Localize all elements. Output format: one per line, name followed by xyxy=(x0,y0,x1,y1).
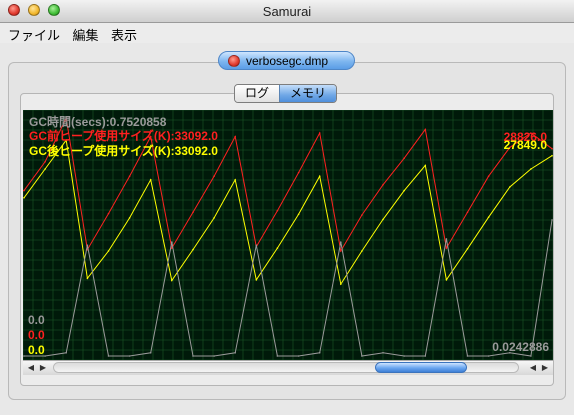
window-title: Samurai xyxy=(262,4,312,19)
heap-after-line-point xyxy=(107,250,110,252)
gc-time-line-point xyxy=(192,355,194,357)
heap-before-line-point xyxy=(318,132,321,134)
heap-before-line-point xyxy=(297,171,300,174)
gc-time-line-point xyxy=(23,355,25,357)
gc-time-line-point xyxy=(318,352,321,354)
heap-after-line-point xyxy=(445,279,448,281)
gc-time-min-label: 0.0 xyxy=(28,313,45,327)
gc-time-line-point xyxy=(149,352,152,354)
heap-before-line-point xyxy=(424,128,427,131)
heap-after-line-point xyxy=(530,168,532,170)
heap-after-line-point xyxy=(23,197,25,199)
title-bar: Samurai xyxy=(0,0,574,23)
gc-time-line-point xyxy=(65,352,67,354)
gc-time-line-point xyxy=(128,355,131,357)
heap-before-line-point xyxy=(192,211,194,213)
heap-after-line-point xyxy=(234,179,236,181)
gc-time-line-point xyxy=(487,355,490,357)
document-tab-label: verbosegc.dmp xyxy=(246,53,329,68)
gc-time-line-point xyxy=(171,241,173,243)
document-tab[interactable]: verbosegc.dmp xyxy=(218,51,355,70)
gc-time-line-point xyxy=(213,355,215,357)
heap-after-line-point xyxy=(128,217,131,219)
heap-before-line-point xyxy=(487,175,490,177)
heap-before-line-point xyxy=(107,212,110,215)
heap-after-line-point xyxy=(487,216,490,218)
heap-after-line-point xyxy=(361,250,363,252)
heap-before-line-point xyxy=(551,147,553,150)
heap-after-line-point xyxy=(403,189,406,192)
heap-after-line-point xyxy=(340,283,342,285)
scroll-left-arrow-icon-2[interactable]: ◀ xyxy=(527,361,539,375)
current-gc-time-value: 0.0242886 xyxy=(492,340,549,354)
heap-before-min-label: 0.0 xyxy=(28,328,45,342)
gc-time-line-point xyxy=(276,355,279,357)
memory-chart: GC時間(secs):0.7520858 GC前ヒープ使用サイズ(K):3309… xyxy=(23,110,553,360)
gc-time-line-point xyxy=(340,241,342,243)
heap-after-line-point xyxy=(382,218,384,221)
menu-file[interactable]: ファイル xyxy=(4,24,64,45)
menu-view[interactable]: 表示 xyxy=(107,24,141,45)
heap-before-line-point xyxy=(234,135,236,138)
heap-before-line-point xyxy=(276,209,279,212)
heap-before-line-point xyxy=(128,175,131,177)
heap-after-line-point xyxy=(297,213,300,216)
gc-time-line-point xyxy=(382,352,384,354)
gc-time-line-point xyxy=(86,244,89,246)
heap-after-line-point xyxy=(192,248,194,251)
gc-time-line-point xyxy=(466,355,469,357)
heap-after-line-point xyxy=(276,247,279,249)
heap-before-line-point xyxy=(23,189,25,192)
heap-after-line-point xyxy=(213,217,215,219)
heap-before-line-point xyxy=(213,175,215,177)
heap-after-line-point xyxy=(44,168,46,170)
heap-before-line-point xyxy=(44,161,46,163)
scroll-left-arrow-icon[interactable]: ◀ xyxy=(25,361,37,375)
gc-time-line-point xyxy=(403,355,406,357)
tab-memory[interactable]: メモリ xyxy=(279,85,337,102)
gc-time-line-point xyxy=(361,355,363,357)
scroll-right-arrow-icon[interactable]: ▶ xyxy=(37,361,49,375)
heap-before-line-point xyxy=(445,247,448,249)
heap-after-line-point xyxy=(255,279,258,281)
heap-after-line-point xyxy=(551,154,553,157)
gc-time-line-point xyxy=(445,238,448,240)
gc-time-line-point xyxy=(107,355,110,357)
heap-before-line-point xyxy=(361,214,363,216)
heap-after-line-point xyxy=(149,179,152,181)
gc-time-line-point xyxy=(297,355,300,357)
menu-edit[interactable]: 編集 xyxy=(68,24,102,45)
close-document-icon[interactable] xyxy=(228,54,240,67)
heap-after-min-label: 0.0 xyxy=(28,343,45,357)
gc-time-line-point xyxy=(530,355,532,357)
heap-before-line-point xyxy=(340,250,342,252)
tab-log[interactable]: ログ xyxy=(235,85,280,102)
heap-before-label: GC前ヒープ使用サイズ(K):33092.0 xyxy=(29,129,218,143)
heap-after-line-point xyxy=(509,186,511,188)
gc-time-line-point xyxy=(551,219,553,221)
heap-after-line-point xyxy=(466,248,469,250)
gc-time-line-point xyxy=(424,355,427,357)
scroll-right-arrow-icon-2[interactable]: ▶ xyxy=(539,361,551,375)
heap-after-line-point xyxy=(171,279,173,282)
gc-time-line-point xyxy=(255,244,258,246)
gc-time-line-point xyxy=(234,352,236,354)
current-heap-after-value: 27849.0 xyxy=(503,138,547,152)
scrollbar-thumb[interactable] xyxy=(374,362,467,373)
horizontal-scrollbar[interactable]: ◀ ▶ ◀ ▶ xyxy=(23,360,553,375)
gc-time-label: GC時間(secs):0.7520858 xyxy=(29,115,167,129)
heap-after-line-point xyxy=(86,277,89,280)
heap-after-line-point xyxy=(318,175,321,177)
menu-bar: ファイル 編集 表示 xyxy=(0,23,574,43)
heap-after-line-point xyxy=(424,164,427,167)
heap-after-label: GC後ヒープ使用サイズ(K):33092.0 xyxy=(29,144,218,158)
heap-before-line-point xyxy=(403,157,406,159)
view-tab-group: ログ メモリ xyxy=(234,84,338,103)
heap-before-line-point xyxy=(466,211,469,213)
heap-before-line-point xyxy=(382,184,384,186)
